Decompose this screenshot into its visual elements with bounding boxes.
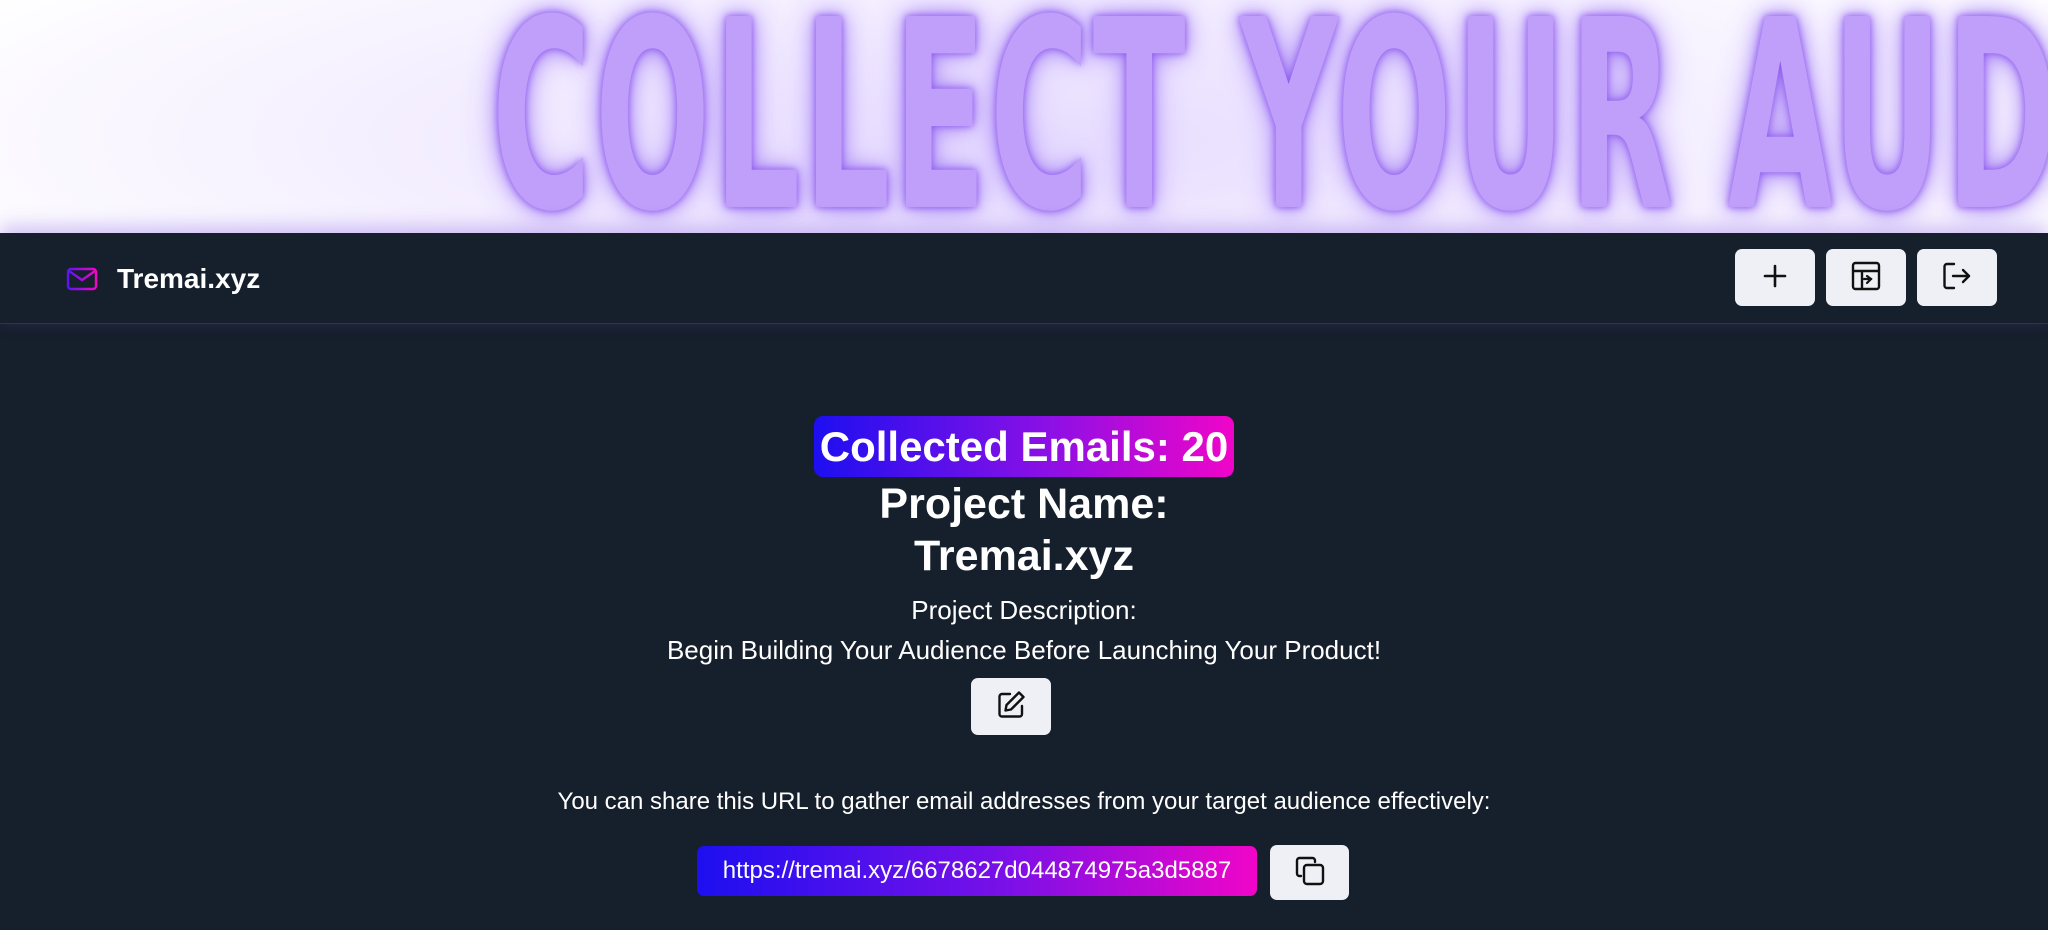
project-name: Tremai.xyz — [914, 532, 1134, 580]
brand-name: Tremai.xyz — [117, 263, 261, 294]
mail-icon — [58, 265, 98, 293]
share-instructions: You can share this URL to gather email a… — [557, 788, 1491, 815]
hero-banner: COLLECT YOUR AUDIENCE — [0, 0, 2048, 233]
add-project-button[interactable] — [1735, 249, 1815, 306]
edit-project-button[interactable] — [971, 678, 1051, 735]
navbar: Tremai.xyz — [0, 233, 2048, 324]
copy-icon — [1293, 854, 1327, 891]
share-url[interactable]: https://tremai.xyz/6678627d044874975a3d5… — [697, 846, 1257, 896]
project-name-heading: Project Name: Tremai.xyz — [0, 478, 2048, 582]
project-name-label: Project Name: — [879, 480, 1169, 528]
brand[interactable]: Tremai.xyz — [58, 263, 260, 295]
project-description: Begin Building Your Audience Before Laun… — [666, 635, 1382, 665]
logout-icon — [1941, 260, 1973, 295]
logout-button[interactable] — [1917, 249, 1997, 306]
dashboard-button[interactable] — [1826, 249, 1906, 306]
plus-icon — [1761, 262, 1789, 293]
copy-url-button[interactable] — [1270, 845, 1349, 900]
edit-icon — [995, 689, 1027, 724]
project-description-label: Project Description: — [911, 595, 1137, 625]
counter-wrap: Collected Emails: 20 — [0, 416, 2048, 477]
dashboard-icon — [1850, 260, 1882, 295]
collected-emails-counter: Collected Emails: 20 — [813, 416, 1235, 477]
hero-title: COLLECT YOUR AUDIENCE — [491, 0, 2048, 233]
